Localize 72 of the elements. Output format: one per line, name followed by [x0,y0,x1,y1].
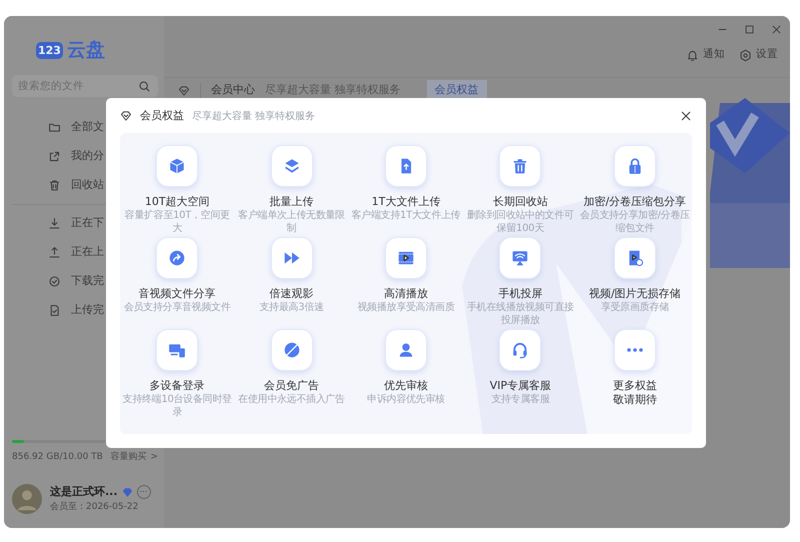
sidebar-item[interactable]: 回收站 [12,170,104,200]
benefit-description: 支持终端10台设备同时登录 [122,392,232,420]
benefit-title: 音视频文件分享 [138,286,216,301]
share-icon [168,248,186,266]
benefit-title: 高清播放 [384,286,428,301]
benefit-title: 优先审核 [384,378,428,393]
benefit-title: 更多权益 [612,378,657,393]
diamond-icon [120,110,132,122]
toolbar-button[interactable]: 设置 [739,47,778,63]
dialog-subtitle: 尽享超大容量 独享特权服务 [192,110,316,124]
download-icon [48,216,61,230]
sidebar-item[interactable]: 我的分 [12,142,104,170]
benefit-description: 客户端支持1T大文件上传 [352,208,460,222]
benefit-description: 支持最高3倍速 [259,300,324,314]
avatar [12,484,42,514]
trash-icon [48,178,61,192]
benefit-title: 1T大文件上传 [372,194,440,209]
sidebar-item[interactable]: 正在下 [12,208,104,238]
bell-icon [686,48,699,62]
file-check-icon [48,304,61,316]
benefit-title: VIP专属客服 [490,378,552,393]
logo-badge: 123 [36,42,63,59]
user-name: 这是正式环... [50,484,118,500]
upload-icon [48,246,61,258]
share-icon [48,150,61,162]
more-button[interactable]: ⋯ [136,485,151,500]
benefit-title: 加密/分卷压缩包分享 [583,194,686,209]
sidebar-item[interactable]: 正在上 [12,238,104,266]
benefit-description: 在使用中永远不插入广告 [238,392,345,406]
benefit-title: 批量上传 [270,194,314,209]
sidebar-item[interactable]: 上传完 [12,296,104,324]
sidebar-item[interactable]: 全部文 [12,112,104,142]
maximize-icon[interactable] [744,24,755,35]
benefit-title: 敬请期待 [612,392,657,408]
layers-icon [282,156,301,174]
logo-text: 云盘 [66,38,105,63]
more-icon [626,348,643,352]
benefit-description: 容量扩容至10T，空间更大 [124,208,231,236]
close-icon[interactable] [680,110,692,122]
benefit-description: 手机在线播放视频可直接投屏播放 [466,300,575,328]
benefit-title: 10T超大空间 [144,194,210,209]
benefit-title: 长期回收站 [492,194,548,209]
no-ads-icon [282,340,301,358]
diamond-icon [122,486,133,498]
buy-storage-link[interactable]: 容量购买 > [110,450,158,464]
benefit-description: 会员支持分享音视频文件 [124,300,231,314]
benefit-description: 视频播放享受高清画质 [357,300,454,314]
page-title: 会员中心 [211,82,255,98]
benefit-description: 会员支持分享加密/分卷压缩包文件 [580,208,690,236]
sidebar-item[interactable]: 下载完 [12,266,104,296]
benefit-title: 手机投屏 [498,286,542,301]
benefit-description: 申诉内容优先审核 [367,392,445,406]
benefit-description: 享受原画质存储 [600,300,669,314]
settings-icon [739,48,752,62]
membership-expiry: 会员至：2026-05-22 [50,500,140,514]
diamond-icon [178,84,190,96]
check-circle-icon [48,274,61,288]
folder-icon [48,120,61,134]
dialog-title: 会员权益 [140,108,184,124]
benefit-title: 会员免广告 [264,378,320,393]
benefit-description: 删除到回收站中的文件可保留100天 [466,208,575,236]
cube-icon [168,156,186,174]
headset-icon [511,340,530,358]
screen-cast-icon [511,248,530,266]
toolbar-button[interactable]: 通知 [686,47,725,63]
benefit-title: 视频/图片无损存储 [588,286,681,301]
benefit-description: 客户端单次上传无数量限制 [237,208,346,236]
benefit-description: 支持专属客服 [491,392,550,406]
storage-usage: 856.92 GB/10.00 TB [12,450,103,464]
benefit-title: 倍速观影 [270,286,314,301]
search-icon [138,80,151,92]
benefit-title: 多设备登录 [150,378,205,393]
